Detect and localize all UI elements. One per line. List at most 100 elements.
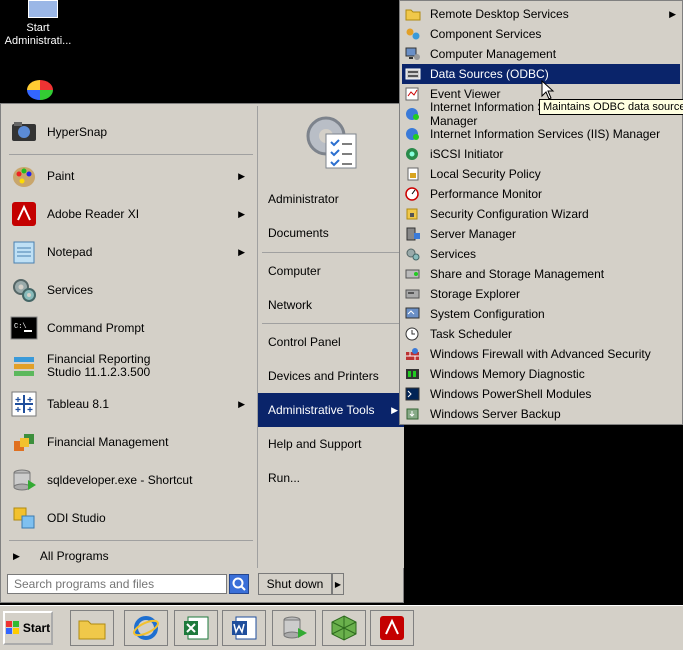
- submenu-item-server-backup[interactable]: Windows Server Backup: [402, 404, 680, 424]
- places-label: Administrative Tools: [268, 403, 375, 417]
- submenu-item-memory-diagnostic[interactable]: Windows Memory Diagnostic: [402, 364, 680, 384]
- chevron-right-icon: ▶: [334, 579, 342, 589]
- separator: [9, 540, 253, 541]
- submenu-item-iis-manager[interactable]: Internet Information Services (IIS) Mana…: [402, 124, 680, 144]
- submenu-item-services[interactable]: Services: [402, 244, 680, 264]
- taskbar-internet-explorer[interactable]: [124, 610, 168, 646]
- program-item-command-prompt[interactable]: C:\ Command Prompt: [9, 310, 253, 346]
- submenu-label: iSCSI Initiator: [430, 147, 504, 161]
- program-item-financial-management[interactable]: Financial Management: [9, 424, 253, 460]
- backup-icon: [404, 406, 422, 422]
- submenu-item-local-security-policy[interactable]: Local Security Policy: [402, 164, 680, 184]
- taskbar-explorer[interactable]: [70, 610, 114, 646]
- svg-text:C:\: C:\: [14, 323, 27, 331]
- explorer-icon: [78, 620, 106, 640]
- taskbar-odi[interactable]: [322, 610, 366, 646]
- submenu-label: Windows Firewall with Advanced Security: [430, 347, 651, 361]
- odbc-tooltip: Maintains ODBC data sources: [539, 99, 683, 115]
- places-item-run[interactable]: Run...: [258, 461, 404, 495]
- places-item-administrator[interactable]: Administrator: [258, 182, 404, 216]
- submenu-label: Server Manager: [430, 227, 517, 241]
- command-prompt-icon: C:\: [9, 313, 39, 343]
- submenu-item-remote-desktop-services[interactable]: Remote Desktop Services ▶: [402, 4, 680, 24]
- pinned-item-label: HyperSnap: [47, 125, 108, 139]
- program-item-odi-studio[interactable]: ODI Studio: [9, 500, 253, 536]
- services-icon: [9, 275, 39, 305]
- paint-icon: [9, 161, 39, 191]
- taskbar-sqldeveloper[interactable]: [272, 610, 316, 646]
- program-label: Adobe Reader XI: [47, 206, 140, 221]
- submenu-label: Windows Server Backup: [430, 407, 561, 421]
- submenu-item-windows-firewall[interactable]: Windows Firewall with Advanced Security: [402, 344, 680, 364]
- start-button[interactable]: Start: [3, 611, 53, 645]
- taskbar-word[interactable]: [222, 610, 266, 646]
- services-icon: [404, 246, 422, 262]
- program-label: Services: [47, 282, 94, 297]
- start-menu: HyperSnap Paint ▶ Adobe Reader XI ▶ Note…: [0, 103, 404, 603]
- program-item-adobe-reader[interactable]: Adobe Reader XI ▶: [9, 196, 253, 232]
- submenu-label: Computer Management: [430, 47, 557, 61]
- submenu-item-storage-explorer[interactable]: Storage Explorer: [402, 284, 680, 304]
- submenu-label: Internet Information Services (IIS) Mana…: [430, 127, 661, 141]
- submenu-item-component-services[interactable]: Component Services: [402, 24, 680, 44]
- financial-reporting-icon: [9, 351, 39, 381]
- search-input[interactable]: [7, 574, 227, 594]
- shutdown-button[interactable]: Shut down: [258, 573, 332, 595]
- submenu-arrow-icon: ▶: [669, 8, 676, 19]
- adobe-reader-icon: [9, 199, 39, 229]
- program-label: Tableau 8.1: [47, 396, 110, 411]
- pinned-item-hypersnap[interactable]: HyperSnap: [9, 114, 253, 150]
- taskbar-adobe[interactable]: [370, 610, 414, 646]
- places-label: Network: [268, 298, 313, 312]
- ie-icon: [133, 616, 159, 640]
- submenu-item-powershell-modules[interactable]: Windows PowerShell Modules: [402, 384, 680, 404]
- submenu-item-computer-management[interactable]: Computer Management: [402, 44, 680, 64]
- places-item-help-support[interactable]: Help and Support: [258, 427, 404, 461]
- hypersnap-icon: [9, 117, 39, 147]
- submenu-item-security-configuration-wizard[interactable]: Security Configuration Wizard: [402, 204, 680, 224]
- excel-icon: [184, 616, 209, 640]
- desktop-icon-start-admin[interactable]: Start Administrati...: [0, 0, 76, 48]
- places-item-computer[interactable]: Computer: [258, 254, 404, 288]
- submenu-item-server-manager[interactable]: Server Manager: [402, 224, 680, 244]
- program-label: Command Prompt: [47, 320, 145, 335]
- share-storage-icon: [404, 266, 422, 282]
- search-button[interactable]: [229, 574, 249, 594]
- program-item-tableau[interactable]: Tableau 8.1 ▶: [9, 386, 253, 422]
- submenu-item-share-storage-management[interactable]: Share and Storage Management: [402, 264, 680, 284]
- program-label: ODI Studio: [47, 510, 106, 525]
- submenu-item-performance-monitor[interactable]: Performance Monitor: [402, 184, 680, 204]
- submenu-label: Storage Explorer: [430, 287, 521, 301]
- program-item-sqldeveloper[interactable]: sqldeveloper.exe - Shortcut: [9, 462, 253, 498]
- odi-icon: [331, 615, 357, 641]
- program-item-paint[interactable]: Paint ▶: [9, 158, 253, 194]
- taskbar-excel[interactable]: [174, 610, 218, 646]
- desktop-icon-2[interactable]: [20, 80, 60, 104]
- submenu-label: Data Sources (ODBC): [430, 67, 549, 81]
- shutdown-options-button[interactable]: ▶: [332, 573, 344, 595]
- odbc-icon: [404, 66, 422, 82]
- pie-chart-icon: [27, 80, 53, 100]
- submenu-item-system-configuration[interactable]: System Configuration: [402, 304, 680, 324]
- places-item-devices-printers[interactable]: Devices and Printers: [258, 359, 404, 393]
- program-item-financial-reporting[interactable]: Financial Reporting Studio 11.1.2.3.500: [9, 348, 253, 384]
- places-item-documents[interactable]: Documents: [258, 216, 404, 250]
- performance-icon: [404, 186, 422, 202]
- program-item-services[interactable]: Services: [9, 272, 253, 308]
- submenu-item-task-scheduler[interactable]: Task Scheduler: [402, 324, 680, 344]
- places-item-administrative-tools[interactable]: Administrative Tools ▶: [258, 393, 404, 427]
- places-item-control-panel[interactable]: Control Panel: [258, 325, 404, 359]
- taskbar: Start: [0, 605, 683, 650]
- program-item-notepad[interactable]: Notepad ▶: [9, 234, 253, 270]
- program-label: Financial Reporting Studio 11.1.2.3.500: [47, 352, 151, 379]
- places-item-network[interactable]: Network: [258, 288, 404, 322]
- storage-explorer-icon: [404, 286, 422, 302]
- adobe-icon: [380, 616, 404, 640]
- notepad-icon: [9, 237, 39, 267]
- system-config-icon: [404, 306, 422, 322]
- iis6-icon: [404, 106, 422, 122]
- program-label: Financial Management: [47, 434, 169, 449]
- submenu-item-iscsi-initiator[interactable]: iSCSI Initiator: [402, 144, 680, 164]
- all-programs-button[interactable]: ▶ All Programs: [9, 546, 253, 566]
- program-label: Paint: [47, 168, 75, 183]
